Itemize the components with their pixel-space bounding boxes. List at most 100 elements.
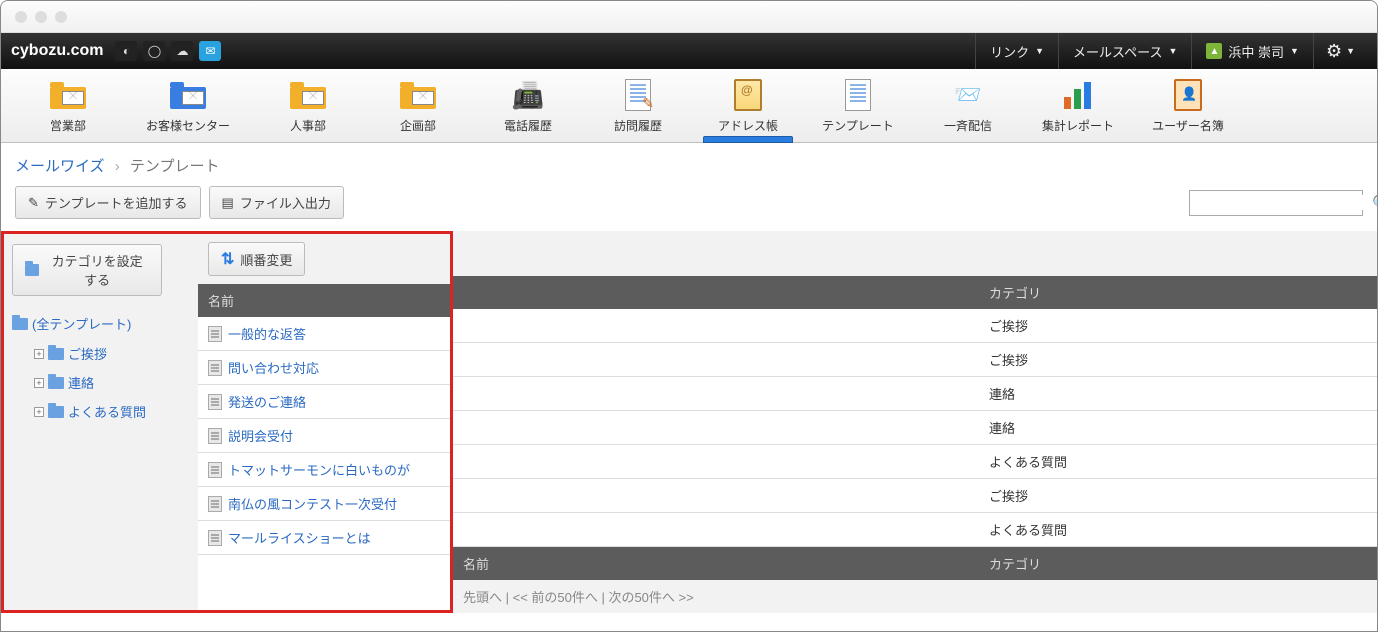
- nav-item-1[interactable]: お客様センター: [123, 71, 253, 142]
- app-navigation: 営業部お客様センター人事部企画部 📠 電話履歴訪問履歴アドレス帳テンプレート 📨 一斉配…: [1, 69, 1377, 143]
- table-row: ご挨拶: [453, 309, 1377, 343]
- nav-label: 営業部: [13, 117, 123, 134]
- col-header-name-ext: [453, 276, 979, 309]
- tree-child-2[interactable]: +よくある質問: [12, 397, 190, 426]
- nav-item-7[interactable]: テンプレート: [803, 71, 913, 142]
- breadcrumb-separator: ›: [115, 158, 120, 175]
- global-topbar: cybozu.com ◐ ◯ ☁ ✉ リンク▼ メールスペース▼ ▲浜中 崇司▼…: [1, 33, 1377, 69]
- col-footer-name: 名前: [453, 547, 979, 580]
- cell-name-ext: [453, 343, 979, 376]
- nav-label: テンプレート: [803, 117, 913, 134]
- breadcrumb: メールワイズ › テンプレート: [1, 143, 1377, 186]
- expand-icon[interactable]: +: [34, 407, 44, 417]
- cell-name[interactable]: 発送のご連絡: [198, 385, 450, 418]
- cell-category: ご挨拶: [979, 479, 1377, 512]
- add-template-button[interactable]: ✎テンプレートを追加する: [15, 186, 201, 219]
- nav-label: 電話履歴: [473, 117, 583, 134]
- table-header: 名前: [198, 284, 450, 317]
- cell-category: よくある質問: [979, 445, 1377, 478]
- mail-folder-icon: [168, 77, 208, 113]
- cell-name[interactable]: 南仏の風コンテスト一次受付: [198, 487, 450, 520]
- tree-root-all-templates[interactable]: (全テンプレート): [12, 308, 190, 339]
- nav-item-2[interactable]: 人事部: [253, 71, 363, 142]
- pagination[interactable]: 先頭へ | << 前の50件へ | 次の50件へ >>: [453, 580, 1377, 613]
- folder-stack-icon: [48, 377, 64, 389]
- tree-child-1[interactable]: + 連絡: [12, 368, 190, 397]
- send-icon: 📨: [948, 77, 988, 113]
- phone-icon: 📠: [508, 77, 548, 113]
- window-dot: [55, 11, 67, 23]
- reorder-button[interactable]: ⇅順番変更: [208, 242, 305, 276]
- document-icon: [208, 326, 222, 342]
- links-menu[interactable]: リンク▼: [975, 33, 1058, 69]
- page-toolbar: ✎テンプレートを追加する ▤ファイル入出力 🔍: [1, 186, 1377, 231]
- expand-icon[interactable]: +: [34, 378, 44, 388]
- cell-name[interactable]: トマットサーモンに白いものが: [198, 453, 450, 486]
- cloud-icon[interactable]: ☁: [171, 41, 193, 61]
- tree-label: 連絡: [68, 373, 94, 392]
- brand-logo[interactable]: cybozu.com: [11, 42, 103, 60]
- nav-item-10[interactable]: ユーザー名簿: [1133, 71, 1243, 142]
- cell-name[interactable]: 説明会受付: [198, 419, 450, 452]
- table-row: 発送のご連絡: [198, 385, 450, 419]
- doc-icon: [838, 77, 878, 113]
- tree-label: ご挨拶: [68, 344, 107, 363]
- nav-item-3[interactable]: 企画部: [363, 71, 473, 142]
- mail-icon[interactable]: ✉: [199, 41, 221, 61]
- window-titlebar: [1, 1, 1377, 33]
- table-row: トマットサーモンに白いものが: [198, 453, 450, 487]
- cell-name-ext: [453, 411, 979, 444]
- window-dot: [35, 11, 47, 23]
- set-category-button[interactable]: カテゴリを設定する: [12, 244, 162, 296]
- document-icon: [208, 394, 222, 410]
- nav-item-5[interactable]: 訪問履歴: [583, 71, 693, 142]
- col-header-category: カテゴリ: [979, 276, 1377, 309]
- user-avatar-icon: ▲: [1206, 43, 1222, 59]
- reorder-icon: ⇅: [221, 249, 234, 269]
- file-io-button[interactable]: ▤ファイル入出力: [209, 186, 344, 219]
- nav-item-0[interactable]: 営業部: [13, 71, 123, 142]
- mailspace-menu[interactable]: メールスペース▼: [1058, 33, 1191, 69]
- nav-label: お客様センター: [123, 117, 253, 134]
- breadcrumb-root[interactable]: メールワイズ: [15, 158, 105, 175]
- folder-stack-icon: [48, 348, 64, 360]
- cell-name[interactable]: マールライスショーとは: [198, 521, 450, 554]
- search-icon[interactable]: 🔍: [1372, 194, 1378, 212]
- table-footer: 名前 カテゴリ: [453, 547, 1377, 580]
- nav-item-8[interactable]: 📨 一斉配信: [913, 71, 1023, 142]
- cell-name-ext: [453, 377, 979, 410]
- chevron-down-icon: ▼: [1290, 46, 1299, 56]
- col-footer-category: カテゴリ: [979, 547, 1377, 580]
- mail-folder-icon: [398, 77, 438, 113]
- mail-folder-icon: [288, 77, 328, 113]
- chevron-down-icon: ▼: [1035, 46, 1044, 56]
- table-row: よくある質問: [453, 513, 1377, 547]
- nav-item-4[interactable]: 📠 電話履歴: [473, 71, 583, 142]
- expand-icon[interactable]: +: [34, 349, 44, 359]
- cell-name[interactable]: 問い合わせ対応: [198, 351, 450, 384]
- table-row: ご挨拶: [453, 343, 1377, 377]
- nav-item-9[interactable]: 集計レポート: [1023, 71, 1133, 142]
- file-icon: ▤: [222, 195, 234, 211]
- table-row: 説明会受付: [198, 419, 450, 453]
- col-header-name: 名前: [198, 284, 450, 317]
- search-input[interactable]: [1196, 195, 1372, 210]
- cell-name[interactable]: 一般的な返答: [198, 317, 450, 350]
- cell-name-ext: [453, 445, 979, 478]
- document-icon: [208, 428, 222, 444]
- tree-child-0[interactable]: + ご挨拶: [12, 339, 190, 368]
- nav-label: 一斉配信: [913, 117, 1023, 134]
- main-tools-spacer: [453, 231, 1377, 276]
- search-box[interactable]: 🔍: [1189, 190, 1363, 216]
- cell-category: 連絡: [979, 377, 1377, 410]
- cell-name-ext: [453, 479, 979, 512]
- document-icon: [208, 530, 222, 546]
- document-icon: [208, 462, 222, 478]
- user-menu[interactable]: ▲浜中 崇司▼: [1191, 33, 1313, 69]
- table-row: よくある質問: [453, 445, 1377, 479]
- nav-item-6[interactable]: アドレス帳: [693, 71, 803, 142]
- settings-gear-icon[interactable]: ⚙▼: [1313, 33, 1367, 69]
- globe-icon[interactable]: ◐: [115, 41, 137, 61]
- document-icon: [208, 496, 222, 512]
- circle-icon[interactable]: ◯: [143, 41, 165, 61]
